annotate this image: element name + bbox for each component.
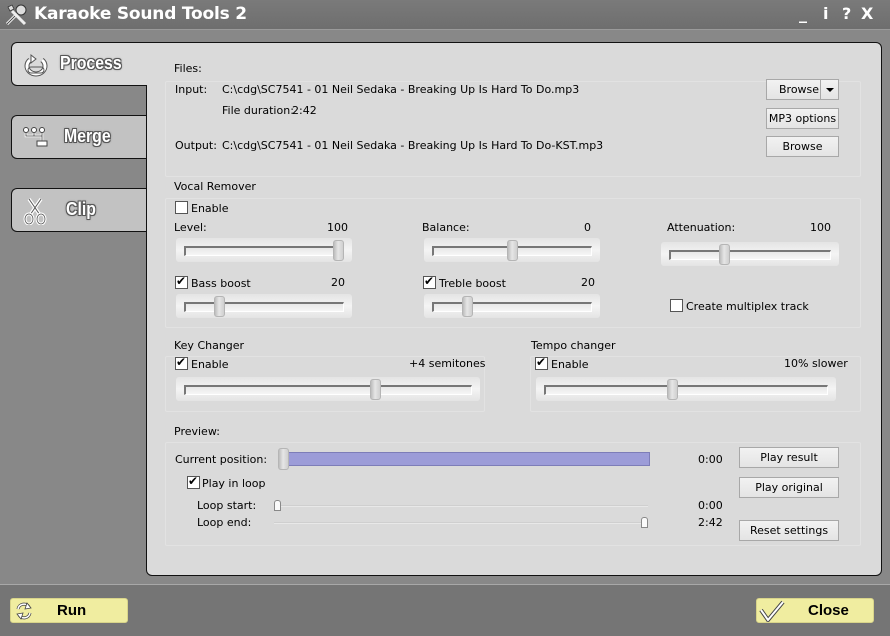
tempo-changer-heading: Tempo changer	[531, 339, 616, 352]
current-position-fill	[288, 452, 650, 466]
scissors-icon	[23, 198, 47, 225]
bass-boost-slider[interactable]	[176, 294, 352, 318]
tempo-changer-enable-checkbox[interactable]	[535, 355, 548, 370]
browse-dropdown-chevron-icon[interactable]	[820, 80, 838, 99]
attenuation-label: Attenuation:	[667, 221, 736, 234]
tab-process[interactable]: Process	[11, 42, 147, 86]
treble-boost-value: 20	[581, 276, 595, 289]
current-position-label: Current position:	[175, 453, 268, 466]
create-multiplex-track-checkbox[interactable]	[670, 299, 683, 312]
window-title: Karaoke Sound Tools 2	[34, 4, 247, 24]
attenuation-value: 100	[810, 221, 831, 234]
key-changer-slider-thumb[interactable]	[369, 379, 381, 400]
treble-boost-checkbox[interactable]	[423, 274, 436, 289]
merge-tree-icon	[23, 127, 48, 147]
browse-input-label: Browse	[779, 83, 820, 96]
browse-input-button[interactable]: Browse	[766, 79, 839, 100]
tab-process-label: Process	[60, 53, 122, 73]
file-duration-value: 2:42	[292, 104, 317, 117]
run-label: Run	[57, 602, 87, 619]
play-result-button[interactable]: Play result	[739, 447, 839, 468]
tempo-changer-slider[interactable]	[536, 377, 836, 401]
treble-boost-slider[interactable]	[424, 294, 600, 318]
tab-merge-label: Merge	[64, 126, 111, 146]
key-changer-slider[interactable]	[176, 377, 480, 401]
footer-bar: Run Close	[0, 585, 890, 636]
vocal-remover-enable-label: Enable	[191, 202, 229, 215]
loop-start-label: Loop start:	[197, 499, 257, 512]
play-in-loop-checkbox[interactable]	[187, 474, 200, 489]
loop-end-thumb[interactable]	[641, 517, 648, 528]
close-button[interactable]: Close	[756, 598, 874, 623]
loop-start-slider[interactable]	[274, 500, 648, 512]
balance-label: Balance:	[422, 221, 470, 234]
preview-heading: Preview:	[174, 425, 220, 438]
files-heading: Files:	[174, 62, 202, 75]
level-slider[interactable]	[176, 238, 352, 262]
bass-boost-value: 20	[331, 276, 345, 289]
info-button[interactable]: i	[823, 4, 828, 23]
level-label: Level:	[174, 221, 207, 234]
balance-slider-thumb[interactable]	[506, 240, 518, 261]
input-label: Input:	[175, 83, 208, 96]
tempo-changer-value: 10% slower	[784, 357, 848, 370]
key-changer-value: +4 semitones	[409, 357, 486, 370]
input-path: C:\cdg\SC7541 - 01 Neil Sedaka - Breakin…	[222, 83, 580, 96]
current-position-value: 0:00	[698, 453, 723, 466]
key-changer-heading: Key Changer	[174, 339, 245, 352]
vocal-remover-enable-checkbox[interactable]	[175, 201, 188, 214]
current-position-thumb[interactable]	[278, 448, 289, 470]
level-value: 100	[327, 221, 348, 234]
play-in-loop-label: Play in loop	[202, 477, 266, 490]
bass-boost-slider-thumb[interactable]	[213, 296, 225, 317]
tab-clip-label: Clip	[66, 199, 96, 219]
create-multiplex-track-label: Create multiplex track	[686, 300, 809, 313]
close-window-button[interactable]: X	[861, 4, 873, 23]
tempo-changer-enable-label: Enable	[551, 358, 589, 371]
tab-clip[interactable]: Clip	[11, 188, 147, 232]
balance-slider[interactable]	[424, 238, 600, 262]
attenuation-slider[interactable]	[661, 242, 839, 266]
vocal-remover-heading: Vocal Remover	[174, 180, 256, 193]
checkmark-icon	[759, 600, 785, 622]
play-original-button[interactable]: Play original	[739, 477, 839, 498]
current-position-slider[interactable]	[278, 448, 650, 470]
help-button[interactable]: ?	[842, 4, 851, 23]
reset-settings-button[interactable]: Reset settings	[739, 520, 839, 541]
tempo-changer-slider-thumb[interactable]	[666, 379, 678, 400]
output-path: C:\cdg\SC7541 - 01 Neil Sedaka - Breakin…	[222, 139, 604, 152]
output-label: Output:	[175, 139, 217, 152]
title-bar: Karaoke Sound Tools 2 _ i ? X	[0, 0, 890, 30]
tab-merge[interactable]: Merge	[11, 115, 147, 159]
run-button[interactable]: Run	[10, 598, 128, 623]
treble-boost-slider-thumb[interactable]	[461, 296, 473, 317]
balance-value: 0	[584, 221, 591, 234]
run-refresh-icon	[16, 602, 32, 620]
karaoke-tools-icon	[5, 4, 27, 26]
loop-end-slider[interactable]	[274, 517, 648, 529]
level-slider-thumb[interactable]	[333, 240, 344, 261]
mp3-options-button[interactable]: MP3 options	[766, 108, 839, 129]
key-changer-enable-label: Enable	[191, 358, 229, 371]
bass-boost-checkbox[interactable]	[175, 274, 188, 289]
loop-end-label: Loop end:	[197, 516, 252, 529]
file-duration-label: File duration:	[222, 104, 294, 117]
process-panel: Files: Input: C:\cdg\SC7541 - 01 Neil Se…	[145, 42, 882, 576]
close-label: Close	[808, 602, 849, 619]
loop-end-value: 2:42	[698, 516, 723, 529]
bass-boost-label: Bass boost	[191, 277, 251, 290]
key-changer-enable-checkbox[interactable]	[175, 355, 188, 370]
browse-output-button[interactable]: Browse	[766, 136, 839, 157]
process-loop-icon	[24, 53, 48, 77]
loop-start-value: 0:00	[698, 499, 723, 512]
treble-boost-label: Treble boost	[439, 277, 506, 290]
loop-start-thumb[interactable]	[274, 500, 281, 511]
attenuation-slider-thumb[interactable]	[718, 244, 730, 265]
minimize-button[interactable]: _	[799, 4, 807, 23]
